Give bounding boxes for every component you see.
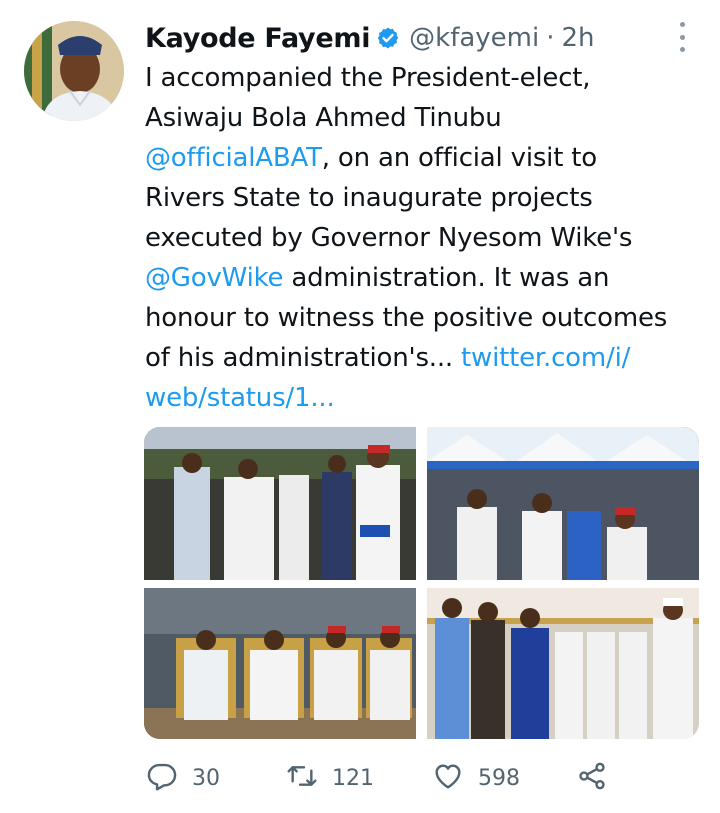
reply-icon [146,760,178,796]
author-handle[interactable]: @kfayemi [409,23,539,53]
tweet-actions: 30 121 598 [146,758,616,798]
retweet-count: 121 [332,765,374,791]
share-button[interactable] [576,758,608,798]
media-grid [144,427,699,739]
avatar[interactable] [24,21,124,121]
tweet-text-line: @officialABAT, on an official visit to [145,138,715,178]
tweet-text-line: executed by Governor Nyesom Wike's [145,218,715,258]
tweet-text-line: honour to witness the positive outcomes [145,298,715,338]
tweet-text-segment: of his administration's... [145,343,462,373]
more-options-icon[interactable] [672,22,692,52]
tweet-text-segment: administration. It was an [283,263,610,293]
retweet-icon [286,760,318,796]
photo-crowd-greeting[interactable] [427,427,699,580]
tweet-text-segment: Rivers State to inaugurate projects [145,183,593,213]
tweet-text-line: Asiwaju Bola Ahmed Tinubu [145,98,715,138]
tweet-link[interactable]: @officialABAT [145,143,322,173]
reply-count: 30 [192,765,220,791]
reply-button[interactable]: 30 [146,758,220,798]
verified-badge-icon [376,26,400,50]
tweet-text-line: of his administration's... twitter.com/i… [145,338,715,378]
author-name[interactable]: Kayode Fayemi [145,23,370,54]
tweet-text-line: web/status/1... [145,378,715,418]
tweet-link[interactable]: twitter.com/i/ [461,343,630,373]
separator-dot: · [546,23,555,53]
tweet-text: I accompanied the President-elect, Asiwaj… [145,58,715,418]
tweet-text-segment: Asiwaju Bola Ahmed Tinubu [145,103,502,133]
photo-seated-dignitaries[interactable] [144,588,416,739]
like-count: 598 [478,765,520,791]
avatar-photo [24,21,124,121]
photo-group-standing[interactable] [427,588,699,739]
share-icon [576,760,608,796]
tweet-text-line: Rivers State to inaugurate projects [145,178,715,218]
tweet-link[interactable]: web/status/1... [145,383,335,413]
tweet-text-segment: I accompanied the President-elect, [145,63,591,93]
tweet-timestamp[interactable]: 2h [562,23,595,53]
tweet-text-line: @GovWike administration. It was an [145,258,715,298]
tweet-text-segment: honour to witness the positive outcomes [145,303,668,333]
like-button[interactable]: 598 [432,758,520,798]
retweet-button[interactable]: 121 [286,758,374,798]
tweet-text-segment: executed by Governor Nyesom Wike's [145,223,633,253]
tweet-text-segment: , on an official visit to [321,143,597,173]
tweet-link[interactable]: @GovWike [145,263,284,293]
heart-icon [432,760,464,796]
tweet-text-line: I accompanied the President-elect, [145,58,715,98]
photo-stage-handshake[interactable] [144,427,416,580]
